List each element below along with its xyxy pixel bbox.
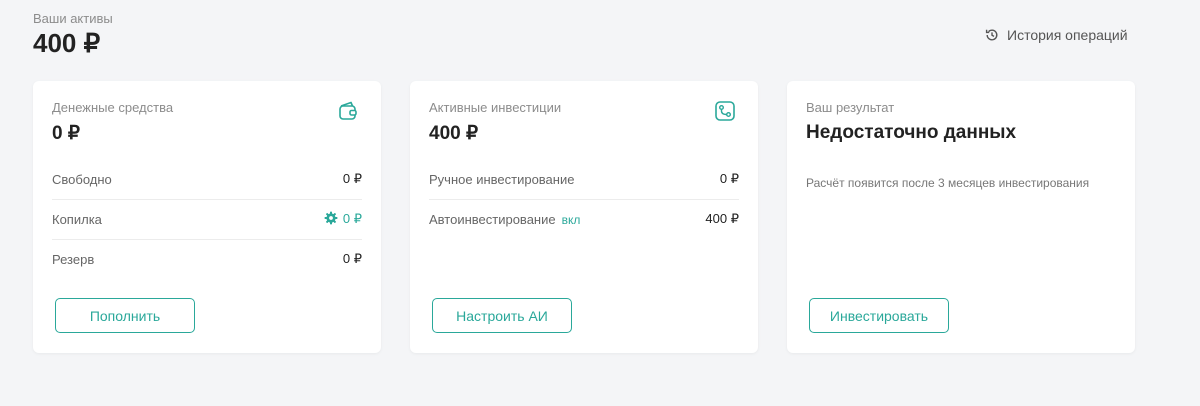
manual-investing-value: 0 ₽: [719, 171, 739, 186]
gear-icon[interactable]: [324, 211, 338, 228]
result-card-value: Недостаточно данных: [806, 122, 1017, 143]
auto-investing-value: 400 ₽: [705, 211, 739, 226]
assets-total: 400 ₽: [33, 28, 101, 58]
investments-card-value: 400 ₽: [429, 123, 479, 144]
manual-investing-row: Ручное инвестирование 0 ₽: [429, 159, 739, 200]
routes-icon: [714, 100, 736, 122]
auto-investing-status[interactable]: вкл: [562, 213, 581, 227]
top-up-button[interactable]: Пополнить: [55, 298, 195, 333]
reserve-row: Резерв 0 ₽: [52, 239, 362, 279]
history-icon: [985, 28, 999, 42]
cash-card-label: Денежные средства: [52, 100, 174, 115]
auto-investing-row: Автоинвестирование вкл 400 ₽: [429, 199, 739, 239]
result-card: Ваш результат Недостаточно данных Расчёт…: [787, 81, 1135, 353]
configure-ai-button[interactable]: Настроить АИ: [432, 298, 572, 333]
cash-card-value: 0 ₽: [52, 123, 80, 144]
piggybank-value: 0 ₽: [342, 211, 362, 226]
investments-card-label: Активные инвестиции: [429, 100, 562, 115]
result-note: Расчёт появится после 3 месяцев инвестир…: [806, 176, 1090, 190]
manual-investing-label: Ручное инвестирование: [429, 171, 575, 187]
free-value: 0 ₽: [342, 171, 362, 186]
free-label: Свободно: [52, 171, 112, 187]
free-row: Свободно 0 ₽: [52, 159, 362, 200]
assets-label: Ваши активы: [33, 11, 113, 26]
piggybank-label: Копилка: [52, 211, 102, 227]
auto-investing-label-group: Автоинвестирование вкл: [429, 212, 580, 227]
result-card-label: Ваш результат: [806, 100, 895, 115]
cash-card: Денежные средства 0 ₽ Свободно 0 ₽ Копил…: [33, 81, 381, 353]
investments-card: Активные инвестиции 400 ₽ Ручное инвести…: [410, 81, 758, 353]
history-link[interactable]: История операций: [985, 27, 1128, 43]
reserve-value: 0 ₽: [342, 251, 362, 266]
piggybank-value-group[interactable]: 0 ₽: [324, 211, 362, 228]
piggybank-row: Копилка 0 ₽: [52, 199, 362, 240]
auto-investing-label: Автоинвестирование: [429, 211, 556, 227]
reserve-label: Резерв: [52, 251, 95, 267]
wallet-icon: [337, 100, 359, 122]
history-label: История операций: [1007, 27, 1128, 43]
assets-page: Ваши активы 400 ₽ История операций Денеж…: [0, 0, 1200, 406]
invest-button[interactable]: Инвестировать: [809, 298, 949, 333]
